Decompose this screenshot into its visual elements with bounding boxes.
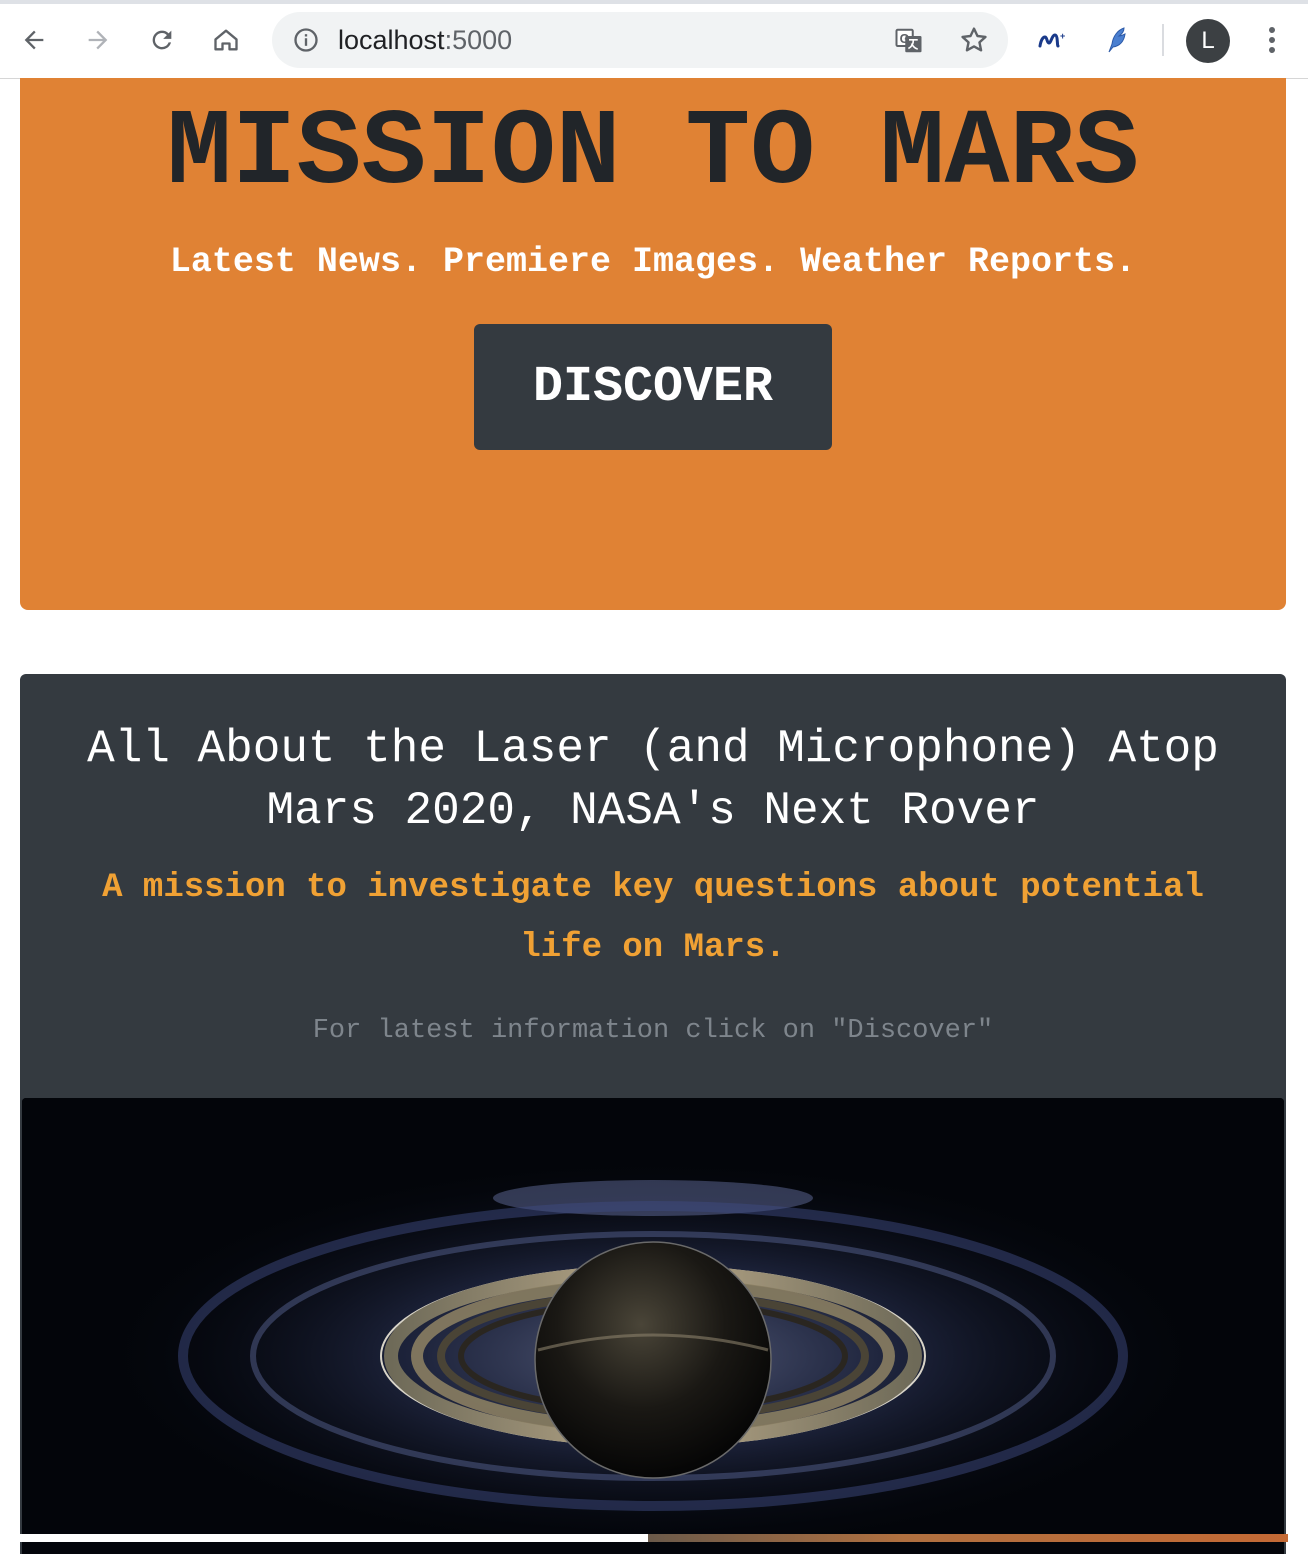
url-text: localhost:5000 <box>338 25 512 56</box>
browser-toolbar: localhost:5000 G + L <box>0 0 1308 79</box>
tab-strip-edge <box>0 0 1308 4</box>
news-title: All About the Laser (and Microphone) Ato… <box>87 723 1219 837</box>
next-card-edge <box>0 1534 1308 1542</box>
movistar-extension-icon[interactable]: + <box>1036 24 1072 56</box>
forward-icon[interactable] <box>76 18 120 62</box>
translate-icon[interactable]: G <box>894 26 924 56</box>
info-icon[interactable] <box>292 26 320 54</box>
saturn-image <box>22 1098 1284 1554</box>
url-host: localhost <box>338 25 445 55</box>
toolbar-separator <box>1162 24 1164 56</box>
hero-jumbotron: MISSION TO MARS Latest News. Premiere Im… <box>20 78 1286 610</box>
svg-text:+: + <box>1060 31 1065 41</box>
news-hint: For latest information click on "Discove… <box>312 1016 994 1046</box>
feather-extension-icon[interactable] <box>1102 24 1134 56</box>
page-title: MISSION TO MARS <box>166 93 1140 215</box>
reload-icon[interactable] <box>140 18 184 62</box>
featured-image <box>22 1098 1284 1554</box>
next-image-edge <box>648 1534 1288 1542</box>
profile-avatar[interactable]: L <box>1186 19 1230 63</box>
discover-button[interactable]: DISCOVER <box>474 324 832 450</box>
address-bar[interactable]: localhost:5000 G <box>272 12 1008 68</box>
news-teaser: A mission to investigate key questions a… <box>102 869 1204 967</box>
hero-tagline: Latest News. Premiere Images. Weather Re… <box>169 242 1137 282</box>
url-port: :5000 <box>444 25 513 55</box>
home-icon[interactable] <box>204 18 248 62</box>
star-icon[interactable] <box>958 24 990 56</box>
back-icon[interactable] <box>12 18 56 62</box>
menu-icon[interactable] <box>1258 22 1286 58</box>
news-card: All About the Laser (and Microphone) Ato… <box>20 674 1286 1554</box>
